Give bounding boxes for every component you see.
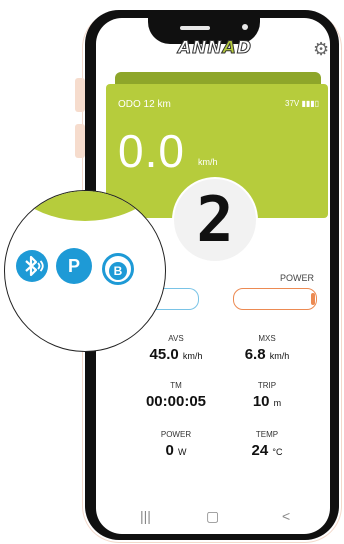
bluetooth-icon[interactable] bbox=[16, 250, 48, 282]
tm-label: TM bbox=[170, 381, 182, 390]
tm-value: 00:00:05 bbox=[145, 393, 207, 410]
avs-value: 45.0 km/h bbox=[149, 346, 203, 363]
gear-value: 2 bbox=[196, 183, 234, 256]
mxs-label: MXS bbox=[258, 334, 276, 343]
mxs-value: 6.8 km/h bbox=[244, 346, 290, 363]
volume-down-button bbox=[75, 124, 85, 158]
trip-label: TRIP bbox=[257, 381, 277, 390]
speaker bbox=[180, 26, 210, 30]
recent-apps-button[interactable]: ||| bbox=[140, 508, 151, 524]
temp-value: 24 °C bbox=[251, 442, 283, 459]
temp-label: TEMP bbox=[255, 430, 279, 439]
power-label: POWER bbox=[160, 430, 192, 439]
brake-icon[interactable]: B bbox=[102, 253, 134, 285]
brand-logo: ANNAD bbox=[178, 38, 252, 59]
front-camera bbox=[242, 24, 248, 30]
home-button[interactable]: ▢ bbox=[206, 508, 219, 525]
trip-value: 10 m bbox=[252, 393, 282, 410]
power-bar bbox=[233, 288, 317, 310]
speed-value: 0.0 bbox=[118, 125, 185, 177]
odometer: ODO 12 km bbox=[118, 99, 171, 110]
back-button[interactable]: < bbox=[282, 508, 290, 524]
parking-label: P bbox=[67, 256, 80, 276]
power-value: 0 W bbox=[165, 442, 187, 459]
power-bar-fill bbox=[311, 293, 315, 305]
volume-up-button bbox=[75, 78, 85, 112]
gear-icon[interactable]: ⚙ bbox=[313, 39, 329, 60]
avs-label: AVS bbox=[168, 334, 184, 343]
speed-unit: km/h bbox=[198, 157, 218, 167]
battery-indicator: 37V ▮▮▮▯ bbox=[285, 99, 320, 108]
power-bar-label: POWER bbox=[280, 273, 315, 283]
